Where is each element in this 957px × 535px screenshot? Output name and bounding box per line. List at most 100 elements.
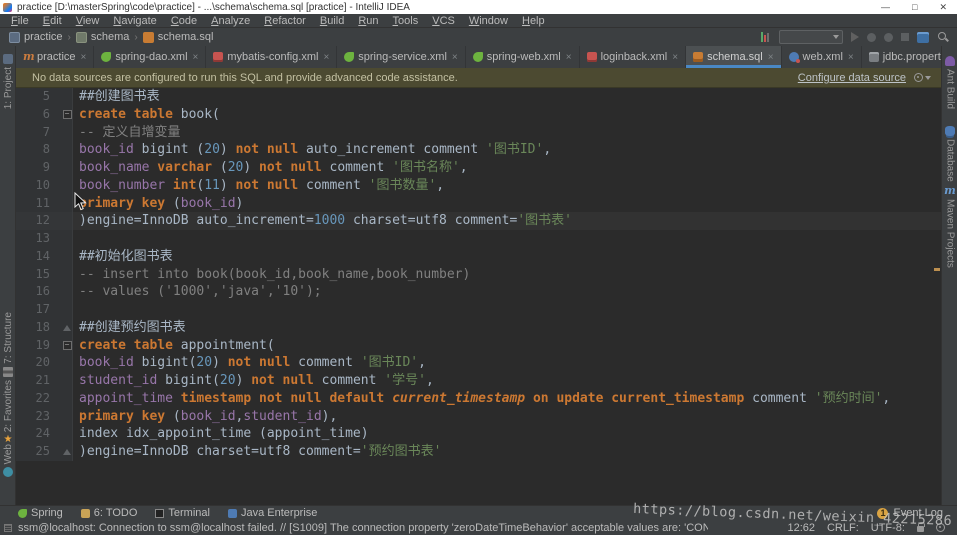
minimize-icon[interactable]: — [881,0,890,14]
fold-collapse-icon[interactable]: − [63,110,72,119]
code-text: -- insert into book(book_id,book_name,bo… [73,266,470,284]
tab-label: web.xml [803,51,843,63]
tab-web.xml[interactable]: web.xml × [782,46,862,68]
fold-end-icon[interactable] [63,325,71,331]
stripe-button-web[interactable]: Web [0,444,16,477]
tab-jdbc.properties[interactable]: jdbc.properties× [862,46,941,68]
toolwindow-button-terminal[interactable]: Terminal [155,507,210,519]
lock-icon[interactable] [917,526,924,532]
close-icon[interactable]: ✕ [939,0,947,14]
menu-item-window[interactable]: Window [462,14,515,28]
file-encoding[interactable]: UTF-8: [871,522,905,534]
menu-item-vcs[interactable]: VCS [425,14,462,28]
db-icon [945,126,955,136]
right-tool-stripe: Ant Build Database mMaven Projects [941,46,957,505]
stripe-button-project[interactable]: 1: Project [0,54,16,109]
stripe-button-mavenprojects[interactable]: mMaven Projects [942,186,957,268]
menu-item-view[interactable]: View [69,14,107,28]
maximize-icon[interactable]: □ [912,0,917,14]
tab-loginback.xml[interactable]: loginback.xml× [580,46,686,68]
line-number: 21 [16,372,62,390]
stripe-button-favorites[interactable]: 2: Favorites★ [0,380,16,445]
tab-spring-dao.xml[interactable]: spring-dao.xml× [94,46,206,68]
stripe-button-structure[interactable]: 7: Structure [0,312,16,377]
fold-end-icon[interactable] [63,449,71,455]
stripe-button-antbuild[interactable]: Ant Build [942,56,957,109]
tab-close-icon[interactable]: × [81,52,87,63]
code-text: ##创建图书表 [73,88,160,106]
event-log-button[interactable]: 1 Event Log [877,507,957,519]
menu-item-build[interactable]: Build [313,14,351,28]
tab-schema.sql[interactable]: schema.sql× [686,46,781,68]
tab-close-icon[interactable]: × [768,52,774,63]
idea-window: practice [D:\masterSpring\code\practice]… [0,0,957,535]
stripe-label: Web [3,444,14,464]
tab-close-icon[interactable]: × [566,52,572,63]
tab-close-icon[interactable]: × [672,52,678,63]
tab-close-icon[interactable]: × [323,52,329,63]
fold-column [62,301,73,319]
toolwindow-button-todo[interactable]: 6: TODO [81,507,138,519]
code-text: appoint_time timestamp not null default … [73,390,890,408]
configure-datasource-link[interactable]: Configure data source [798,72,906,84]
stripe-label: 2: Favorites [3,380,14,432]
tab-close-icon[interactable]: × [848,52,854,63]
fold-column [62,266,73,284]
tab-close-icon[interactable]: × [452,52,458,63]
mouse-cursor-icon [74,192,87,211]
menu-item-tools[interactable]: Tools [386,14,426,28]
code-line: 20book_id bigint(20) not null comment '图… [16,354,941,372]
run-button[interactable] [851,32,859,42]
tab-close-icon[interactable]: × [193,52,199,63]
menu-item-analyze[interactable]: Analyze [204,14,257,28]
caret-position[interactable]: 12:62 [787,522,815,534]
stripe-label: 1: Project [3,67,14,109]
code-text: -- 定义自增变量 [73,124,180,142]
editor-tab-bar: mpractice×spring-dao.xml×mybatis-config.… [16,46,941,68]
stop-button[interactable] [901,33,909,41]
line-number: 24 [16,425,62,443]
toolwindow-switcher-icon[interactable] [4,524,12,532]
status-message[interactable]: ssm@localhost: Connection to ssm@localho… [18,522,708,534]
menu-item-run[interactable]: Run [351,14,385,28]
menu-item-navigate[interactable]: Navigate [106,14,163,28]
menu-item-refactor[interactable]: Refactor [257,14,313,28]
fold-collapse-icon[interactable]: − [63,341,72,350]
code-text: primary key (book_id,student_id), [73,408,337,426]
maven-file-icon: m [23,52,33,62]
breadcrumb-item[interactable]: practice [6,31,66,43]
menu-item-help[interactable]: Help [515,14,552,28]
breadcrumb-item[interactable]: schema [73,31,133,43]
datasource-banner: No data sources are configured to run th… [16,68,941,88]
code-line: 13 [16,230,941,248]
tab-spring-service.xml[interactable]: spring-service.xml× [337,46,465,68]
breadcrumb-item[interactable]: schema.sql [140,31,217,43]
menu-item-edit[interactable]: Edit [36,14,69,28]
toolwindow-button-javaenterprise[interactable]: Java Enterprise [228,507,317,519]
banner-settings[interactable] [914,73,931,82]
tool-panel-icon[interactable] [917,32,929,43]
debug-button[interactable] [867,33,876,42]
coverage-button[interactable] [884,33,893,42]
menu-bar: FileEditViewNavigateCodeAnalyzeRefactorB… [0,14,957,28]
code-line: 11primary key (book_id) [16,195,941,213]
highlighting-level-icon[interactable] [936,523,945,532]
fold-column: − [62,106,73,124]
status-bar: ssm@localhost: Connection to ssm@localho… [0,520,957,535]
code-line: 25)engine=InnoDB charset=utf8 comment='预… [16,443,941,461]
search-icon[interactable] [937,31,949,43]
stripe-button-database[interactable]: Database [942,126,957,182]
tab-practice[interactable]: mpractice× [16,46,94,68]
menu-item-file[interactable]: File [4,14,36,28]
toolwindow-button-spring[interactable]: Spring [18,507,63,519]
code-editor[interactable]: 5##创建图书表6−create table book(7-- 定义自增变量8b… [16,88,941,505]
xmlcfg-file-icon [213,52,223,62]
menu-item-code[interactable]: Code [164,14,204,28]
spring-file-icon [473,52,483,62]
tab-mybatis-config.xml[interactable]: mybatis-config.xml× [206,46,337,68]
run-config-select[interactable] [779,30,843,44]
error-stripe-mark[interactable] [934,268,940,271]
toolwindow-label: Terminal [168,507,210,519]
tab-spring-web.xml[interactable]: spring-web.xml× [466,46,580,68]
line-separator[interactable]: CRLF: [827,522,859,534]
